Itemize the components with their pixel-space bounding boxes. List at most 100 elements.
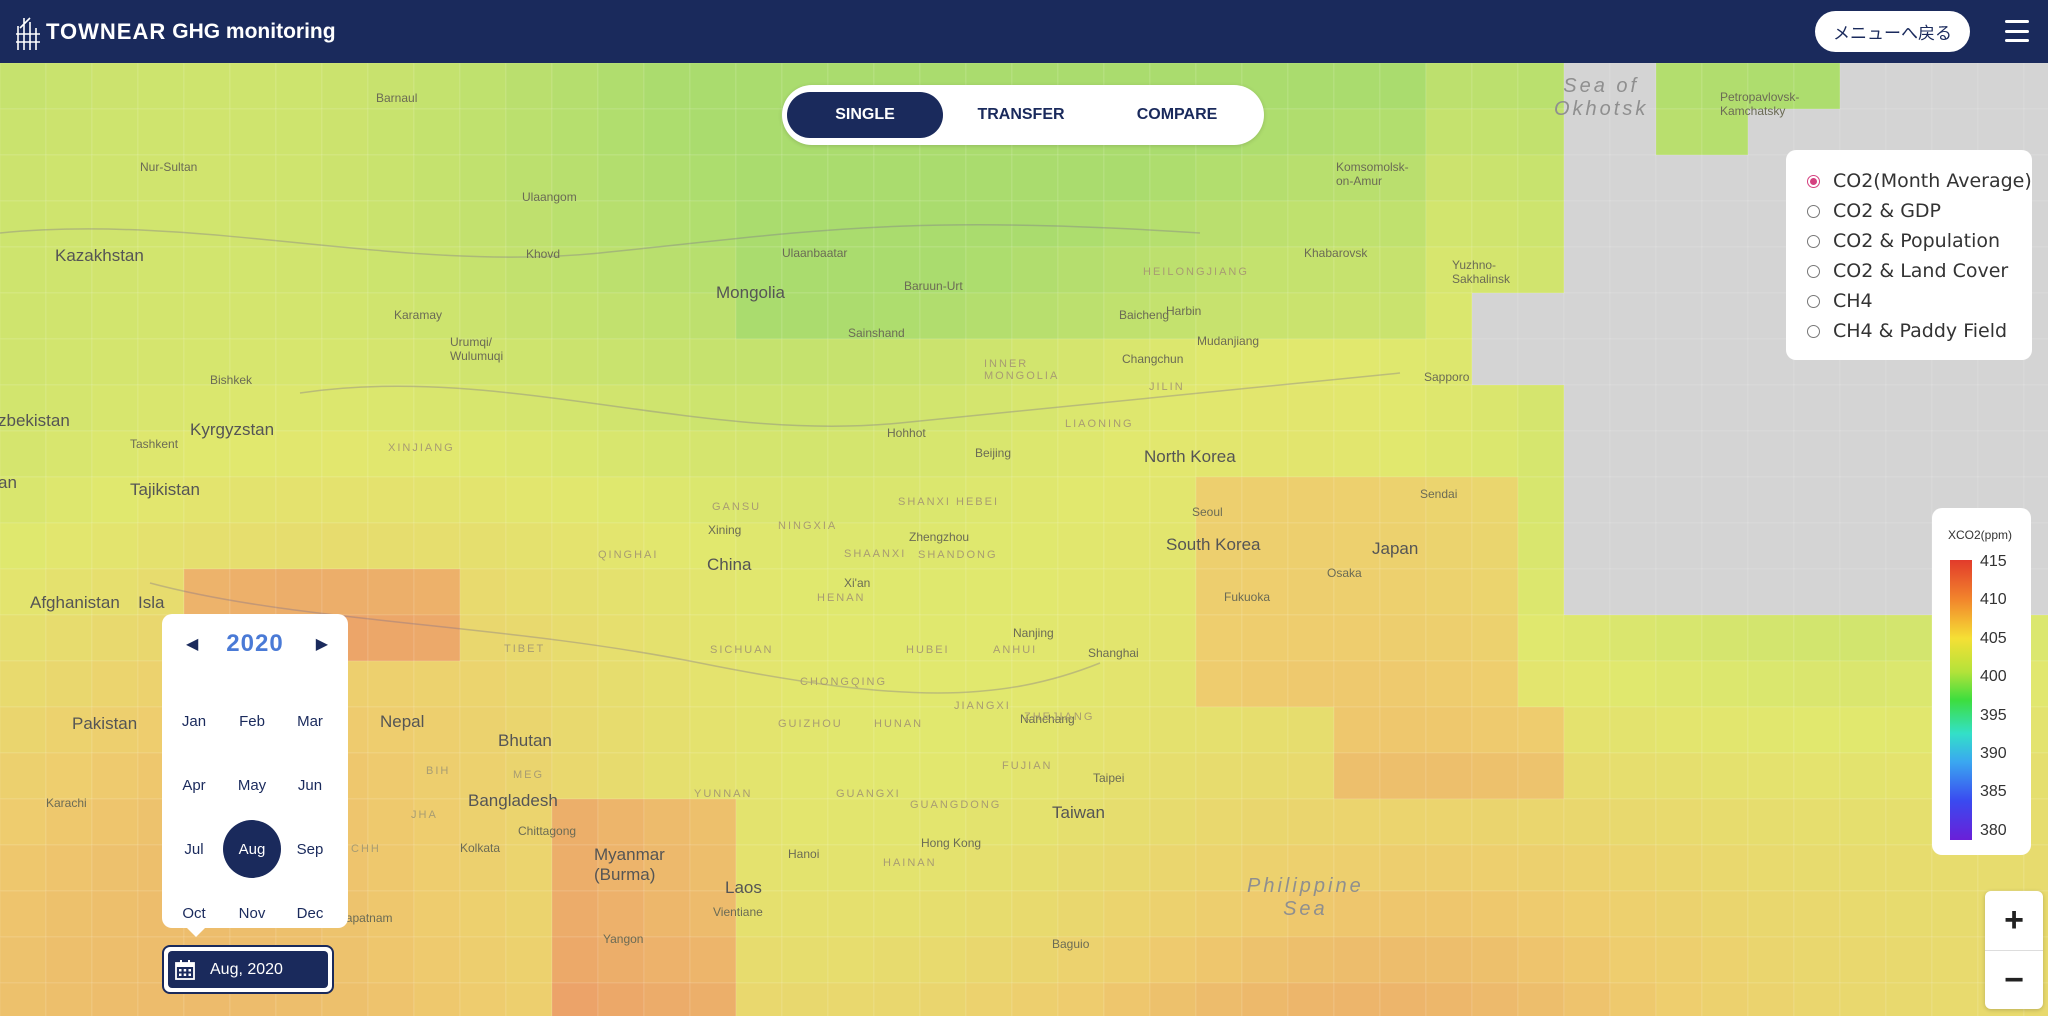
month-nov[interactable]: Nov (223, 881, 281, 945)
month-aug-selected[interactable]: Aug (223, 817, 281, 881)
mode-transfer-button[interactable]: TRANSFER (943, 92, 1099, 138)
heatmap-cell (1563, 476, 1611, 524)
layer-option-co2-land-cover[interactable]: CO2 & Land Cover (1807, 256, 2032, 286)
month-jan[interactable]: Jan (165, 689, 223, 753)
heatmap-cell (1425, 200, 1473, 248)
layer-option-co2-population[interactable]: CO2 & Population (1807, 226, 2032, 256)
heatmap-cell (459, 63, 507, 110)
heatmap-cell (229, 568, 277, 616)
heatmap-cell (965, 844, 1013, 892)
heatmap-cell (1839, 430, 1887, 478)
map-label-region: GUIZHOU (778, 718, 843, 730)
next-year-icon[interactable]: ▶ (316, 634, 328, 654)
hamburger-menu-icon[interactable] (2005, 20, 2029, 42)
heatmap-cell (1287, 982, 1335, 1016)
month-may[interactable]: May (223, 753, 281, 817)
heatmap-cell (1793, 798, 1841, 846)
month-apr[interactable]: Apr (165, 753, 223, 817)
mode-single-button[interactable]: SINGLE (787, 92, 943, 138)
layer-option-co2-month-average[interactable]: CO2(Month Average) (1807, 166, 2032, 196)
heatmap-cell (781, 338, 829, 386)
heatmap-cell (1609, 706, 1657, 754)
heatmap-cell (1793, 890, 1841, 938)
heatmap-cell (275, 154, 323, 202)
heatmap-cell (1011, 660, 1059, 708)
heatmap-cell (827, 706, 875, 754)
month-mar[interactable]: Mar (281, 689, 339, 753)
radio-icon[interactable] (1807, 204, 1820, 218)
heatmap-cell (1609, 844, 1657, 892)
date-select-button[interactable]: Aug, 2020 (162, 945, 334, 994)
radio-icon[interactable] (1807, 294, 1820, 308)
map-label-countrie: Laos (725, 878, 762, 897)
heatmap-cell (413, 108, 461, 156)
heatmap-cell (597, 798, 645, 846)
heatmap-cell (1471, 522, 1519, 570)
heatmap-cell (643, 384, 691, 432)
map-label-citie: Zhengzhou (909, 530, 970, 544)
heatmap-cell (1701, 844, 1749, 892)
map-label-citie: Nanjing (1013, 626, 1054, 640)
heatmap-cell (367, 936, 415, 984)
heatmap-cell (1103, 798, 1151, 846)
radio-icon[interactable] (1807, 234, 1820, 248)
month-sep[interactable]: Sep (281, 817, 339, 881)
month-jun[interactable]: Jun (281, 753, 339, 817)
heatmap-cell (91, 844, 139, 892)
heatmap-cell (91, 338, 139, 386)
zoom-out-button[interactable]: − (1985, 951, 2043, 1010)
heatmap-cell (1793, 706, 1841, 754)
layer-option-label: CO2(Month Average) (1833, 170, 2032, 192)
layer-option-ch4[interactable]: CH4 (1807, 286, 2032, 316)
heatmap-cell (1793, 844, 1841, 892)
heatmap-cell (2023, 63, 2048, 110)
map-label-citie: Kolkata (460, 841, 501, 855)
heatmap-cell (1885, 844, 1933, 892)
heatmap-cell (551, 476, 599, 524)
heatmap-cell (1885, 798, 1933, 846)
heatmap-cell (1379, 982, 1427, 1016)
heatmap-cell (1747, 936, 1795, 984)
month-oct[interactable]: Oct (165, 881, 223, 945)
heatmap-cell (1333, 660, 1381, 708)
radio-selected-icon[interactable] (1807, 174, 1820, 188)
heatmap-cell (965, 522, 1013, 570)
heatmap-cell (1471, 568, 1519, 616)
heatmap-cell (229, 476, 277, 524)
menu-back-button[interactable]: メニューへ戻る (1815, 11, 1970, 52)
heatmap-cell (505, 384, 553, 432)
month-jul[interactable]: Jul (165, 817, 223, 881)
layer-option-ch4-paddy-field[interactable]: CH4 & Paddy Field (1807, 316, 2032, 346)
map-label-region: JIANGXI (954, 700, 1011, 712)
heatmap-cell (1931, 63, 1979, 110)
layer-option-co2-gdp[interactable]: CO2 & GDP (1807, 196, 2032, 226)
map-label-citie: Hohhot (887, 426, 926, 440)
heatmap-cell (505, 982, 553, 1016)
heatmap-cell (1195, 200, 1243, 248)
heatmap-cell (1885, 108, 1933, 156)
heatmap-cell (1609, 246, 1657, 294)
heatmap-cell (597, 476, 645, 524)
heatmap-cell (1471, 890, 1519, 938)
month-feb[interactable]: Feb (223, 689, 281, 753)
month-dec[interactable]: Dec (281, 881, 339, 945)
mode-compare-button[interactable]: COMPARE (1099, 92, 1255, 138)
heatmap-cell (413, 890, 461, 938)
heatmap-cell (1149, 844, 1197, 892)
heatmap-cell (1793, 752, 1841, 800)
heatmap-cell (1839, 384, 1887, 432)
map-label-countrie: Bangladesh (468, 791, 558, 810)
heatmap-cell (183, 108, 231, 156)
heatmap-cell (597, 292, 645, 340)
app-logo[interactable]: TOWNEAR GHG monitoring (14, 14, 336, 50)
heatmap-cell (1793, 430, 1841, 478)
radio-icon[interactable] (1807, 324, 1820, 338)
heatmap-cell (1333, 614, 1381, 662)
heatmap-cell (1195, 798, 1243, 846)
heatmap-cell (919, 384, 967, 432)
heatmap-cell (229, 108, 277, 156)
zoom-in-button[interactable]: + (1985, 891, 2043, 950)
heatmap-cell (1471, 936, 1519, 984)
map-label-countrie: Bhutan (498, 731, 552, 750)
radio-icon[interactable] (1807, 264, 1820, 278)
